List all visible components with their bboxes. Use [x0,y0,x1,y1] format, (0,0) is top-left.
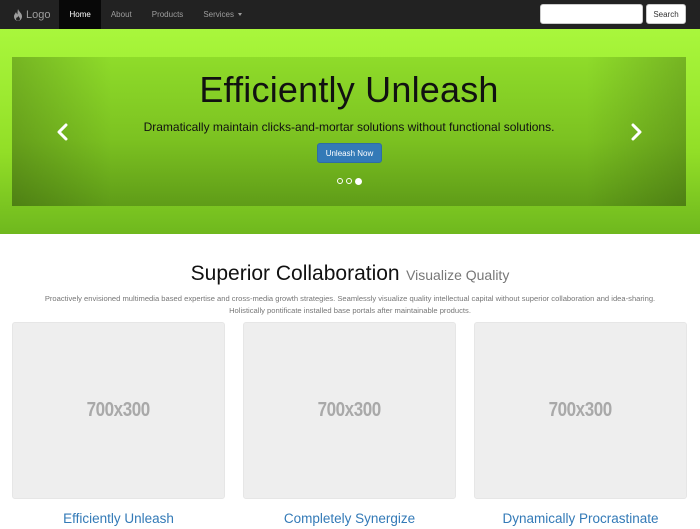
search-input[interactable] [540,4,643,24]
nav-products-label: Products [151,10,184,19]
section-heading: Superior Collaboration Visualize Quality [0,262,700,286]
placeholder-label-3: 700x300 [548,399,613,421]
placeholder-label-1: 700x300 [86,399,151,421]
nav-about-label: About [110,10,132,19]
section-lead-line-1: Proactively envisioned multimedia based … [44,294,656,303]
section-title: Superior Collaboration [190,262,400,285]
placeholder-image-3: 700x300 [474,322,687,499]
nav-home-label: Home [69,10,91,19]
brand-label: Logo [26,8,51,21]
carousel-indicators [12,177,686,185]
card-title-1[interactable]: Efficiently Unleash [12,511,225,526]
nav-services-dropdown[interactable]: Services [193,0,252,29]
unleash-now-button[interactable]: Unleash Now [317,143,382,163]
brand-logo[interactable]: Logo [0,0,59,29]
hero-title: Efficiently Unleash [199,69,499,110]
placeholder-image-2: 700x300 [243,322,456,499]
section-subtitle: Visualize Quality [406,267,510,283]
hero-subtitle: Dramatically maintain clicks-and-mortar … [143,120,555,134]
placeholder-image-1: 700x300 [12,322,225,499]
carousel: Efficiently Unleash Dramatically maintai… [12,57,686,206]
nav-products[interactable]: Products [142,0,194,29]
carousel-indicator-2[interactable] [345,178,352,184]
chevron-left-icon[interactable] [55,123,69,141]
carousel-indicator-1[interactable] [336,178,343,184]
nav-about[interactable]: About [101,0,142,29]
card-title-3[interactable]: Dynamically Procrastinate [474,511,687,526]
card-title-2[interactable]: Completely Synergize [243,511,456,526]
fire-icon [14,8,22,21]
section-lead: Proactively envisioned multimedia based … [0,293,700,317]
nav-services-label: Services [203,10,234,19]
placeholder-label-2: 700x300 [317,399,382,421]
chevron-right-icon[interactable] [630,123,644,141]
carousel-indicator-3[interactable] [354,177,362,185]
search-button[interactable]: Search [646,4,686,24]
caret-down-icon [238,13,242,16]
hero-section: Efficiently Unleash Dramatically maintai… [0,29,700,234]
nav-home[interactable]: Home [59,0,101,29]
navbar: Logo Home About Products Services Search [0,0,700,29]
section-lead-line-2: Holistically pontificate installed base … [229,306,471,315]
